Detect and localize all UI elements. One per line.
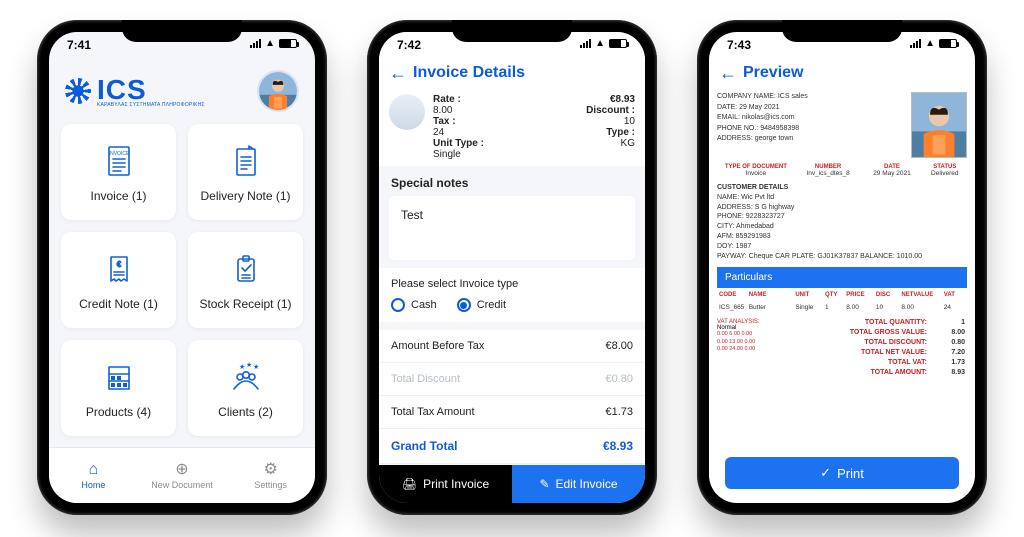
radio-cash[interactable]: Cash (391, 298, 437, 312)
credit-note-icon: € (99, 249, 139, 289)
phone-home: 7:41 ▲︎ ICS ΚΑΡΑΒΥΛΑΣ ΣΥΣΤΗΜΑΤΑ ΠΛΗΡΟΦΟΡ… (37, 20, 327, 515)
radio-icon (391, 298, 405, 312)
tab-settings[interactable]: ⚙ Settings (226, 448, 315, 503)
card-label: Delivery Note (1) (200, 189, 290, 203)
plus-circle-icon: ⊕ (175, 462, 188, 478)
amounts-list: Amount Before Tax €8.00 Total Discount €… (379, 330, 645, 464)
card-label: Stock Receipt (1) (199, 297, 291, 311)
card-credit-note[interactable]: € Credit Note (1) (61, 232, 176, 328)
print-icon: 🖨︎ (402, 477, 417, 491)
amount-tax: Total Tax Amount €1.73 (379, 396, 645, 429)
totals-block: TOTAL QUANTITY:1 TOTAL GROSS VALUE:8.00 … (779, 317, 967, 377)
card-label: Clients (2) (218, 405, 273, 419)
wifi-icon: ▲︎ (925, 38, 935, 49)
delivery-note-icon (226, 141, 266, 181)
phone-invoice-details: 7:42 ▲︎ ← Invoice Details Rate : 8.00 Ta… (367, 20, 657, 515)
wifi-icon: ▲︎ (265, 38, 275, 49)
status-time: 7:43 (727, 38, 751, 52)
tab-home[interactable]: ⌂ Home (49, 448, 138, 503)
home-header: ICS ΚΑΡΑΒΥΛΑΣ ΣΥΣΤΗΜΑΤΑ ΠΛΗΡΟΦΟΡΙΚΗΣ (49, 64, 315, 120)
pencil-icon: ✎ (539, 477, 549, 491)
products-icon (99, 357, 139, 397)
card-products[interactable]: Products (4) (61, 340, 176, 436)
card-label: Credit Note (1) (79, 297, 158, 311)
signal-icon (250, 39, 261, 48)
tab-bar: ⌂ Home ⊕ New Document ⚙ Settings (49, 447, 315, 503)
action-bar: 🖨︎ Print Invoice ✎ Edit Invoice (379, 465, 645, 503)
signal-icon (910, 39, 921, 48)
amount-before-tax: Amount Before Tax €8.00 (379, 330, 645, 363)
phone-preview: 7:43 ▲︎ ← Preview COMPANY NAME: ICS sale… (697, 20, 987, 515)
status-time: 7:41 (67, 38, 91, 52)
item-price: €8.93 (586, 94, 635, 105)
svg-text:★: ★ (239, 363, 245, 371)
type-prompt: Please select Invoice type (391, 278, 633, 290)
card-delivery-note[interactable]: Delivery Note (1) (188, 124, 303, 220)
radio-icon (457, 298, 471, 312)
page-header: ← Preview (709, 64, 975, 88)
special-notes-input[interactable]: Test (389, 196, 635, 260)
preview-avatar (911, 92, 967, 158)
tab-label: Settings (254, 480, 287, 490)
page-title: Invoice Details (413, 64, 525, 82)
grand-total: Grand Total €8.93 (379, 429, 645, 464)
check-icon: ✓ (820, 465, 831, 481)
invoice-icon: INVOICE (99, 141, 139, 181)
home-icon: ⌂ (89, 462, 99, 478)
item-thumbnail (389, 94, 425, 130)
logo-subtitle: ΚΑΡΑΒΥΛΑΣ ΣΥΣΤΗΜΑΤΑ ΠΛΗΡΟΦΟΡΙΚΗΣ (97, 102, 205, 108)
invoice-type-select: Please select Invoice type Cash Credit (379, 268, 645, 322)
card-stock-receipt[interactable]: Stock Receipt (1) (188, 232, 303, 328)
stock-receipt-icon (226, 249, 266, 289)
card-clients[interactable]: ★ ★ ★ Clients (2) (188, 340, 303, 436)
app-logo: ICS ΚΑΡΑΒΥΛΑΣ ΣΥΣΤΗΜΑΤΑ ΠΛΗΡΟΦΟΡΙΚΗΣ (65, 74, 205, 108)
svg-text:★: ★ (246, 361, 252, 369)
particulars-header: Particulars (717, 267, 967, 288)
print-invoice-button[interactable]: 🖨︎ Print Invoice (379, 465, 512, 503)
card-label: Products (4) (86, 405, 151, 419)
invoice-preview: COMPANY NAME: ICS sales DATE: 29 May 202… (709, 88, 975, 503)
status-time: 7:42 (397, 38, 421, 52)
tab-label: Home (81, 480, 105, 490)
svg-text:INVOICE: INVOICE (108, 151, 129, 157)
logo-mark-icon (65, 78, 91, 104)
tab-label: New Document (151, 480, 213, 490)
amount-discount: Total Discount €0.80 (379, 363, 645, 396)
tab-new-document[interactable]: ⊕ New Document (138, 448, 227, 503)
card-label: Invoice (1) (90, 189, 146, 203)
card-invoice[interactable]: INVOICE Invoice (1) (61, 124, 176, 220)
document-meta-table: TYPE OF DOCUMENTNUMBER DATESTATUS Invoic… (717, 164, 967, 177)
particulars-row: ICS_665Butter Single1 8.0010 8.0024 (717, 302, 967, 313)
radio-credit[interactable]: Credit (457, 298, 506, 312)
particulars-columns: CODENAME UNITQTY PRICEDISC NETVALUEVAT (717, 288, 967, 302)
page-title: Preview (743, 64, 803, 82)
gear-icon: ⚙ (264, 462, 278, 478)
edit-invoice-button[interactable]: ✎ Edit Invoice (512, 465, 645, 503)
svg-text:★: ★ (253, 363, 259, 371)
signal-icon (580, 39, 591, 48)
svg-text:€: € (116, 260, 121, 269)
profile-avatar[interactable] (257, 70, 299, 112)
back-arrow-icon[interactable]: ← (389, 64, 407, 82)
customer-details: CUSTOMER DETAILS NAME: Wic Pvt ltd ADDRE… (717, 183, 967, 261)
special-notes-title: Special notes (379, 166, 645, 196)
wifi-icon: ▲︎ (595, 38, 605, 49)
battery-icon (939, 39, 957, 48)
company-info: COMPANY NAME: ICS sales DATE: 29 May 202… (717, 92, 905, 158)
home-grid: INVOICE Invoice (1) Delivery Note (1) € … (49, 120, 315, 447)
clients-icon: ★ ★ ★ (226, 357, 266, 397)
back-arrow-icon[interactable]: ← (719, 64, 737, 82)
page-header: ← Invoice Details (379, 64, 645, 88)
print-button[interactable]: ✓ Print (725, 457, 959, 489)
line-item: Rate : 8.00 Tax : 24 Unit Type : Single … (379, 88, 645, 166)
battery-icon (279, 39, 297, 48)
battery-icon (609, 39, 627, 48)
